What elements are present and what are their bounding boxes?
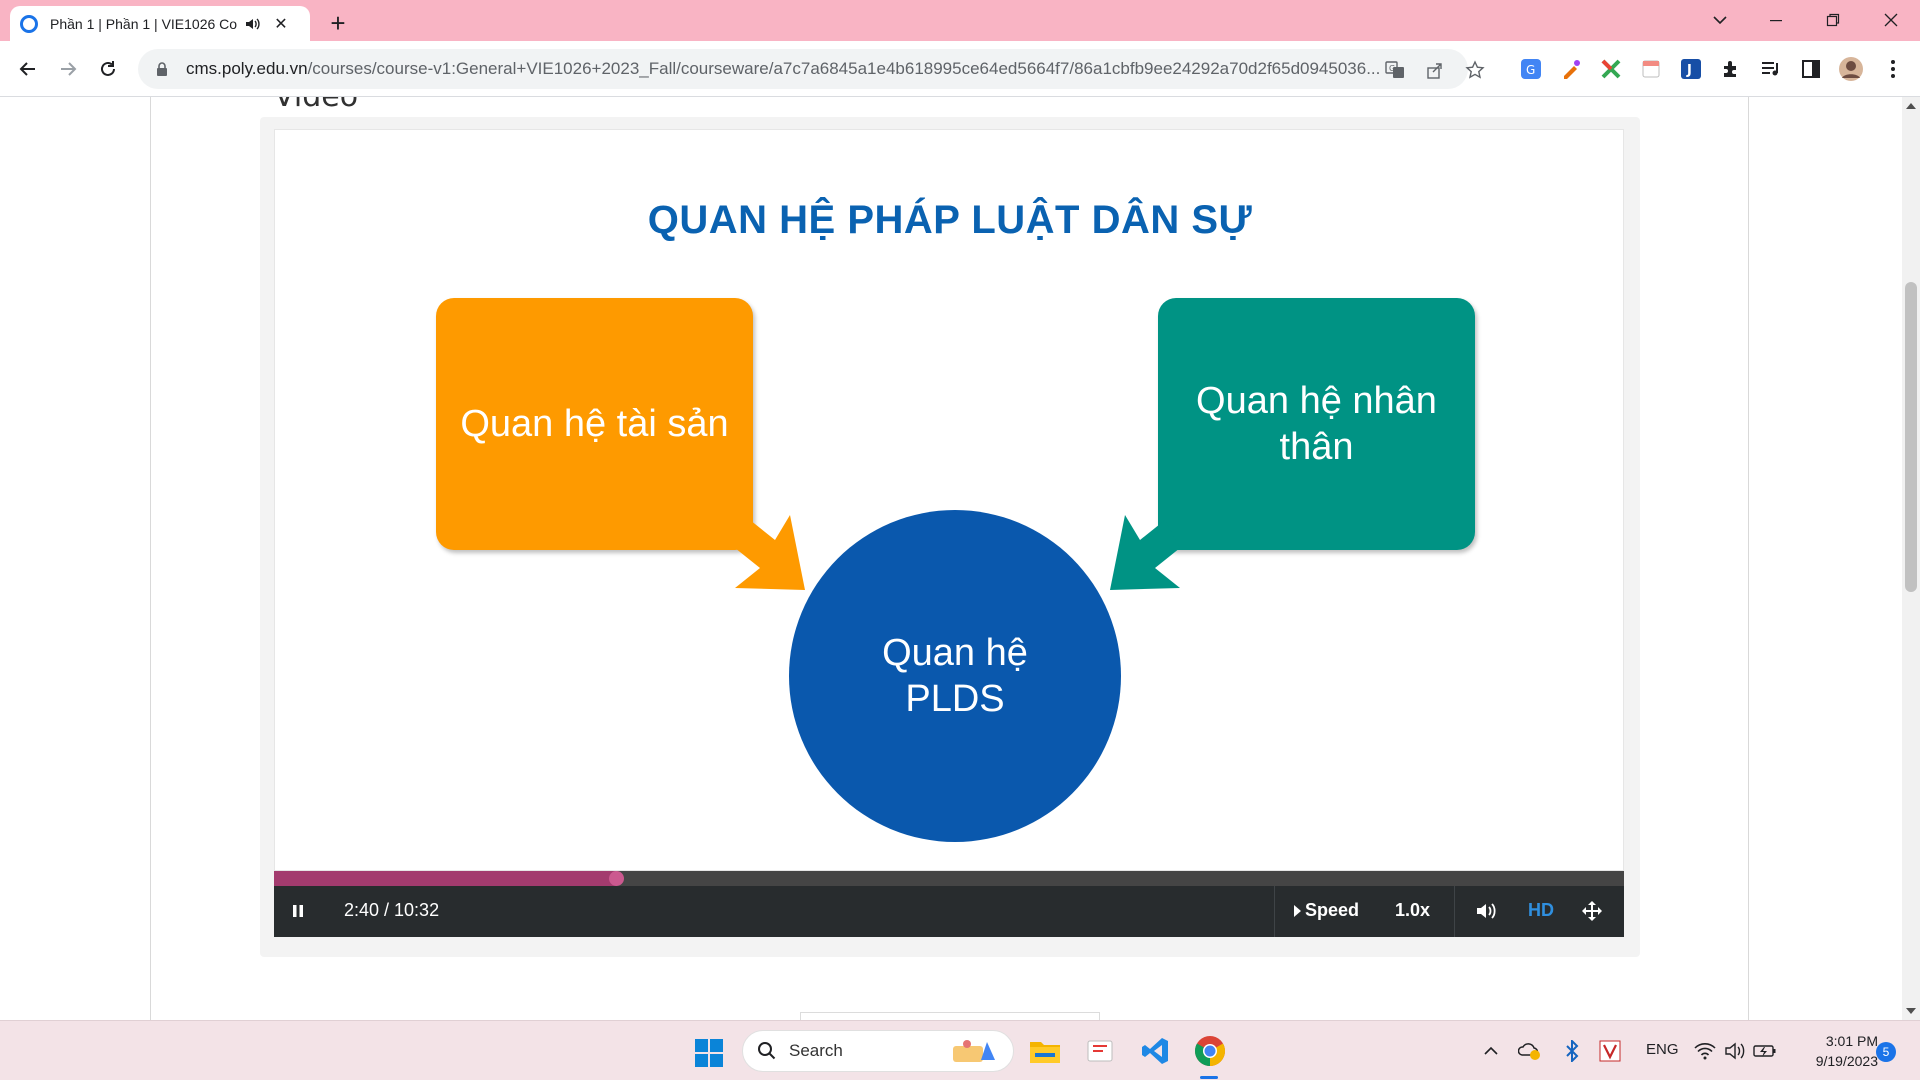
bookmark-star-icon[interactable] <box>1464 59 1486 81</box>
share-icon[interactable] <box>1424 59 1446 81</box>
side-panel-icon[interactable] <box>1798 56 1824 82</box>
notification-badge[interactable]: 5 <box>1876 1042 1896 1062</box>
video-progress-bar[interactable] <box>274 871 1624 886</box>
speed-value[interactable]: 1.0x <box>1395 900 1430 921</box>
video-progress-fill <box>274 871 616 886</box>
url-text[interactable]: cms.poly.edu.vn/courses/course-v1:Genera… <box>186 59 1396 79</box>
search-icon <box>758 1042 776 1060</box>
slide-title: QUAN HỆ PHÁP LUẬT DÂN SỰ <box>647 198 1253 242</box>
close-window-button[interactable] <box>1876 6 1906 34</box>
battery-icon[interactable] <box>1753 1039 1777 1063</box>
taskbar-search-box[interactable]: Search <box>742 1030 1014 1072</box>
tools-extension-icon[interactable] <box>1598 56 1624 82</box>
scroll-down-arrow-icon[interactable] <box>1906 1008 1916 1014</box>
show-hidden-icons-chevron-icon[interactable] <box>1479 1039 1503 1063</box>
slide-circle-civil-relations: Quan hệ PLDS <box>789 510 1121 842</box>
content-border-left <box>150 97 151 1020</box>
navigation-buttons-edge <box>800 1012 1100 1020</box>
minimize-button[interactable] <box>1761 6 1791 34</box>
restore-button[interactable] <box>1818 6 1848 34</box>
svg-text:G: G <box>1526 63 1535 77</box>
back-arrow-icon[interactable] <box>14 55 42 83</box>
controls-divider <box>1274 886 1275 937</box>
tab-strip: Phần 1 | Phần 1 | VIE1026 Co ✕ + <box>0 0 1920 41</box>
chrome-icon[interactable] <box>1193 1034 1227 1068</box>
tab-title: Phần 1 | Phần 1 | VIE1026 Co <box>50 15 238 32</box>
onedrive-warning-icon[interactable] <box>1518 1039 1542 1063</box>
notes-extension-icon[interactable] <box>1638 56 1664 82</box>
controls-divider <box>1454 886 1455 937</box>
snipping-tool-icon[interactable] <box>1083 1034 1117 1068</box>
windows-start-icon[interactable] <box>694 1038 724 1068</box>
wifi-icon[interactable] <box>1693 1039 1717 1063</box>
slide-box-property-relations: Quan hệ tài sản <box>436 298 753 550</box>
media-controls-icon[interactable] <box>1758 56 1784 82</box>
taskbar-search-placeholder: Search <box>789 1041 843 1060</box>
page-content: Video QUAN HỆ PHÁP LUẬT DÂN SỰ Quan hệ t… <box>0 97 1902 1020</box>
tab-search-chevron-icon[interactable] <box>1705 6 1735 34</box>
slide-box-right-label: Quan hệ nhân thân <box>1196 380 1437 468</box>
pause-button[interactable] <box>288 901 308 921</box>
clock-time: 3:01 PM <box>1825 1033 1878 1049</box>
vscode-icon[interactable] <box>1138 1034 1172 1068</box>
close-tab-icon[interactable]: ✕ <box>272 14 290 34</box>
chrome-menu-icon[interactable] <box>1880 56 1906 82</box>
hd-toggle-button[interactable]: HD <box>1528 900 1554 921</box>
speed-label: Speed <box>1305 900 1360 920</box>
address-bar[interactable]: cms.poly.edu.vn/courses/course-v1:Genera… <box>138 49 1485 89</box>
section-heading: Video <box>274 97 358 114</box>
content-border-right <box>1748 97 1749 1020</box>
video-frame[interactable]: QUAN HỆ PHÁP LUẬT DÂN SỰ Quan hệ tài sản… <box>274 129 1624 871</box>
extensions-puzzle-icon[interactable] <box>1718 56 1744 82</box>
volume-icon[interactable] <box>1474 899 1498 923</box>
input-language[interactable]: ENG <box>1646 1041 1679 1058</box>
video-scrubber-handle[interactable] <box>608 871 624 886</box>
page-scrollbar[interactable] <box>1902 97 1920 1020</box>
arrow-orange-icon <box>735 515 805 590</box>
browser-tab-active[interactable]: Phần 1 | Phần 1 | VIE1026 Co ✕ <box>10 6 310 41</box>
translate-icon[interactable]: G <box>1384 59 1406 81</box>
profile-avatar-icon[interactable] <box>1838 56 1864 82</box>
video-time: 2:40 / 10:32 <box>344 900 440 920</box>
slide-box-personal-relations: Quan hệ nhân thân <box>1158 298 1475 550</box>
new-tab-button[interactable]: + <box>326 8 350 39</box>
svg-text:J: J <box>1686 63 1692 78</box>
video-player: QUAN HỆ PHÁP LUẬT DÂN SỰ Quan hệ tài sản… <box>260 117 1640 957</box>
color-picker-extension-icon[interactable] <box>1558 56 1584 82</box>
search-highlight-icon <box>953 1040 995 1062</box>
scrollbar-thumb[interactable] <box>1905 282 1917 592</box>
reload-icon[interactable] <box>94 55 122 83</box>
lock-icon[interactable] <box>154 61 170 77</box>
video-controls: 2:40 / 10:32 Speed 1.0x HD <box>274 886 1624 937</box>
site-favicon-icon <box>20 14 38 33</box>
forward-arrow-icon[interactable] <box>54 55 82 83</box>
arrow-teal-icon <box>1110 515 1180 590</box>
file-explorer-icon[interactable] <box>1028 1034 1062 1068</box>
active-app-indicator <box>1200 1076 1218 1079</box>
browser-toolbar: cms.poly.edu.vn/courses/course-v1:Genera… <box>0 41 1920 97</box>
j-extension-icon[interactable]: J <box>1678 56 1704 82</box>
system-clock[interactable]: 3:01 PM 9/19/2023 <box>1788 1031 1878 1071</box>
bluetooth-icon[interactable] <box>1560 1039 1584 1063</box>
speed-caret-icon <box>1294 904 1301 917</box>
google-translate-extension-icon[interactable]: G <box>1518 56 1544 82</box>
windows-taskbar: Search ENG 3:01 PM 9/19/2023 5 <box>0 1020 1920 1080</box>
audio-playing-icon[interactable] <box>244 15 262 33</box>
slide-circle-label: Quan hệ PLDS <box>882 632 1028 720</box>
clock-date: 9/19/2023 <box>1815 1053 1878 1069</box>
speaker-icon[interactable] <box>1723 1039 1747 1063</box>
fullscreen-icon[interactable] <box>1580 899 1604 923</box>
scroll-up-arrow-icon[interactable] <box>1906 103 1916 109</box>
speed-button[interactable]: Speed <box>1294 900 1359 921</box>
slide-box-left-label: Quan hệ tài sản <box>460 403 729 445</box>
vivaldi-v-icon[interactable] <box>1598 1039 1622 1063</box>
